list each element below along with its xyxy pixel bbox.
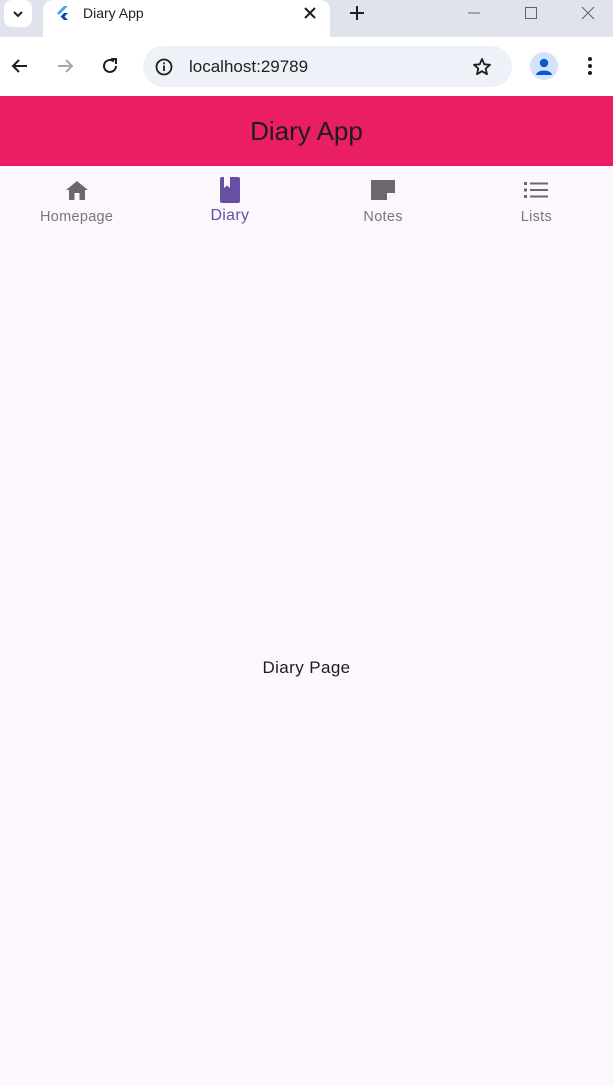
note-icon bbox=[370, 177, 396, 203]
list-icon bbox=[523, 177, 549, 203]
minimize-button[interactable] bbox=[462, 2, 486, 24]
app-bar: Diary App bbox=[0, 96, 613, 166]
reload-button[interactable] bbox=[98, 54, 122, 78]
tab-diary[interactable]: Diary bbox=[153, 166, 306, 238]
info-icon bbox=[155, 58, 173, 76]
maximize-button[interactable] bbox=[519, 2, 543, 24]
minimize-icon bbox=[468, 12, 480, 14]
avatar-icon bbox=[536, 58, 552, 75]
tab-label: Homepage bbox=[39, 209, 114, 225]
arrow-right-icon bbox=[58, 59, 74, 73]
browser-tab-strip: Diary App bbox=[0, 0, 613, 37]
tab-search-button[interactable] bbox=[4, 0, 32, 27]
tab-notes[interactable]: Notes bbox=[307, 166, 460, 238]
tab-label: Diary bbox=[210, 207, 250, 224]
forward-button[interactable] bbox=[53, 54, 77, 78]
tab-label: Lists bbox=[520, 209, 553, 225]
tab-bar: Homepage Diary Notes Lists bbox=[0, 166, 613, 238]
book-icon bbox=[217, 177, 243, 203]
address-bar[interactable]: localhost:29789 bbox=[143, 46, 512, 87]
more-vert-icon bbox=[588, 57, 592, 75]
app-title: Diary App bbox=[250, 115, 363, 146]
url-text: localhost:29789 bbox=[189, 57, 309, 76]
flutter-icon bbox=[57, 6, 68, 20]
close-icon bbox=[581, 6, 595, 20]
tab-lists[interactable]: Lists bbox=[460, 166, 613, 238]
window-close-button[interactable] bbox=[576, 2, 600, 24]
page-title: Diary Page bbox=[262, 658, 351, 677]
reload-icon bbox=[103, 58, 117, 73]
browser-menu-button[interactable] bbox=[578, 54, 602, 78]
tab-title: Diary App bbox=[83, 5, 144, 21]
star-icon bbox=[473, 58, 491, 76]
browser-tab[interactable]: Diary App bbox=[43, 0, 330, 37]
back-button[interactable] bbox=[8, 54, 32, 78]
maximize-icon bbox=[525, 7, 537, 19]
browser-toolbar: localhost:29789 bbox=[0, 37, 613, 96]
bookmark-button[interactable] bbox=[470, 55, 494, 79]
chevron-down-icon bbox=[13, 10, 23, 17]
tab-label: Notes bbox=[363, 209, 403, 225]
close-icon bbox=[304, 7, 316, 19]
profile-button[interactable] bbox=[530, 52, 558, 80]
tab-close-button[interactable] bbox=[300, 3, 320, 23]
page-body: Diary Page bbox=[0, 238, 613, 1086]
tab-homepage[interactable]: Homepage bbox=[0, 166, 153, 238]
site-info-button[interactable] bbox=[153, 56, 175, 78]
arrow-left-icon bbox=[11, 59, 27, 73]
plus-icon bbox=[350, 6, 364, 20]
new-tab-button[interactable] bbox=[345, 1, 369, 25]
home-icon bbox=[64, 177, 90, 203]
